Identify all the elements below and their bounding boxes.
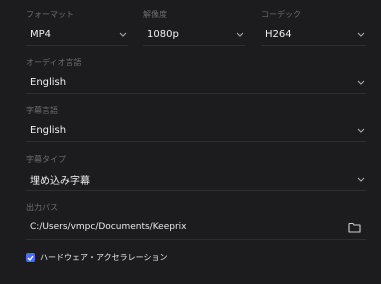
chevron-down-icon <box>356 30 366 40</box>
subtitle-language-label: 字幕言語 <box>26 106 58 115</box>
chevron-down-icon <box>356 175 366 185</box>
codec-value: H264 <box>265 29 292 40</box>
chevron-down-icon <box>235 30 245 40</box>
output-path-field[interactable]: C:/Users/vmpc/Documents/Keeprix <box>26 215 366 240</box>
audio-language-select[interactable]: English <box>26 72 366 94</box>
output-path-label: 出力パス <box>26 203 58 212</box>
format-label: フォーマット <box>26 10 74 19</box>
output-path-value: C:/Users/vmpc/Documents/Keeprix <box>30 222 187 232</box>
check-icon[interactable] <box>26 253 35 262</box>
subtitle-type-value: 埋め込み字幕 <box>30 176 90 187</box>
audio-language-value: English <box>30 77 67 88</box>
chevron-down-icon <box>356 78 366 88</box>
output-settings-panel: フォーマット MP4 解像度 1080p コーデック H264 オーディオ言語 … <box>0 0 381 284</box>
subtitle-type-select[interactable]: 埋め込み字幕 <box>26 169 366 191</box>
format-select[interactable]: MP4 <box>26 24 128 46</box>
subtitle-language-select[interactable]: English <box>26 120 366 142</box>
hardware-acceleration-label: ハードウェア・アクセラレーション <box>40 253 168 262</box>
audio-language-label: オーディオ言語 <box>26 58 82 67</box>
subtitle-type-label: 字幕タイプ <box>26 155 66 164</box>
resolution-label: 解像度 <box>143 10 167 19</box>
hardware-acceleration-toggle[interactable]: ハードウェア・アクセラレーション <box>26 252 167 263</box>
codec-label: コーデック <box>261 10 301 19</box>
resolution-value: 1080p <box>147 29 179 40</box>
subtitle-language-value: English <box>30 125 67 136</box>
codec-select[interactable]: H264 <box>261 24 366 46</box>
resolution-select[interactable]: 1080p <box>143 24 245 46</box>
folder-icon[interactable] <box>346 219 362 235</box>
chevron-down-icon <box>118 30 128 40</box>
format-value: MP4 <box>30 29 52 40</box>
chevron-down-icon <box>356 126 366 136</box>
